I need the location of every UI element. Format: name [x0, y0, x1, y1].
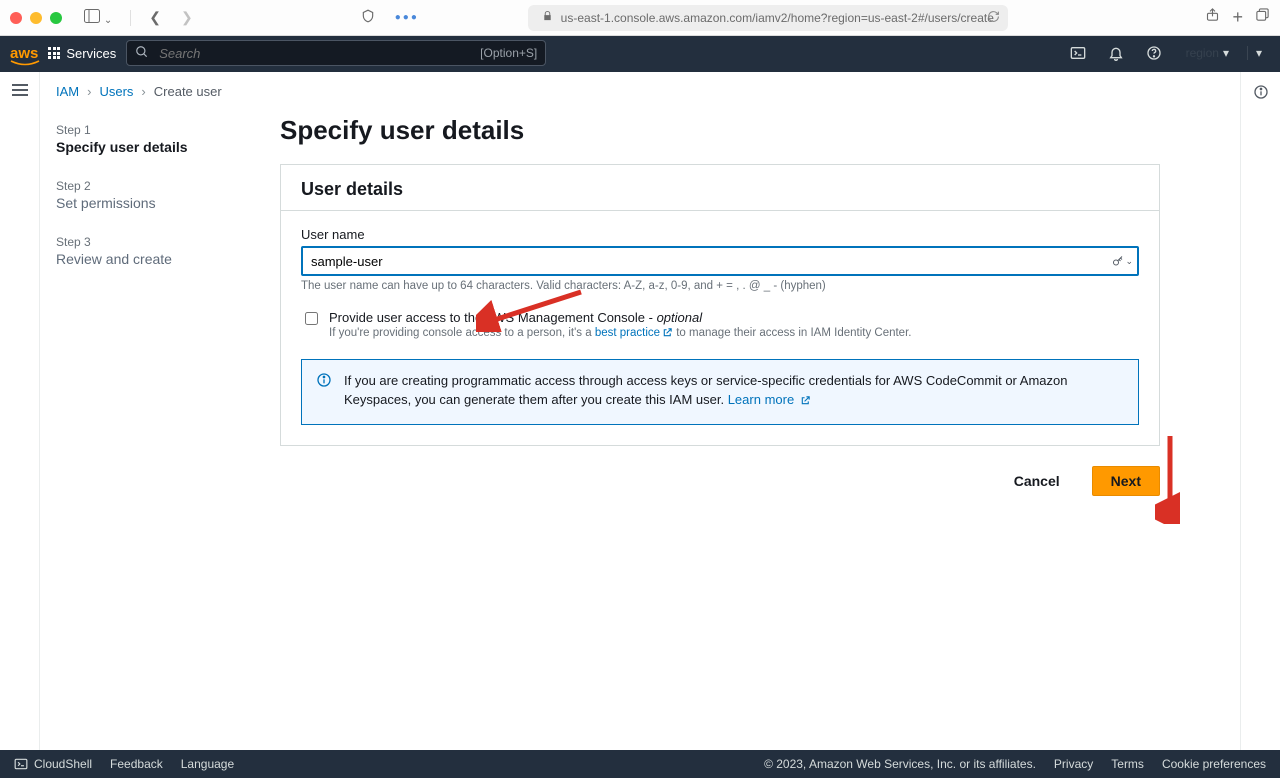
- reload-icon[interactable]: [987, 10, 1000, 26]
- footer-privacy[interactable]: Privacy: [1054, 757, 1093, 771]
- new-tab-icon[interactable]: +: [1232, 7, 1243, 28]
- username-label: User name: [301, 227, 1139, 242]
- footer-feedback[interactable]: Feedback: [110, 757, 163, 771]
- global-search[interactable]: [Option+S]: [126, 40, 546, 66]
- info-alert: If you are creating programmatic access …: [301, 359, 1139, 425]
- username-input[interactable]: [301, 246, 1139, 276]
- console-access-checkbox[interactable]: [305, 312, 318, 325]
- nav-forward-button[interactable]: ❯: [175, 7, 199, 28]
- search-input[interactable]: [157, 45, 472, 62]
- sidebar-toggle-button[interactable]: ⌄: [78, 7, 118, 28]
- browser-chrome: ⌄ ❮ ❯ ●●● us-east-1.console.aws.amazon.c…: [0, 0, 1280, 36]
- user-details-card: User details User name ⌄ The user name c…: [280, 164, 1160, 446]
- external-link-icon: [662, 327, 673, 341]
- maximize-window-button[interactable]: [50, 12, 62, 24]
- console-access-label: Provide user access to the AWS Managemen…: [329, 310, 911, 325]
- footer-language[interactable]: Language: [181, 757, 234, 771]
- cloudshell-icon[interactable]: [1064, 39, 1092, 67]
- username-help: The user name can have up to 64 characte…: [301, 280, 1139, 292]
- lock-icon: [542, 10, 553, 25]
- minimize-window-button[interactable]: [30, 12, 42, 24]
- wizard-step-2[interactable]: Step 2 Set permissions: [56, 171, 256, 227]
- footer-cloudshell[interactable]: CloudShell: [14, 757, 92, 771]
- cancel-button[interactable]: Cancel: [996, 466, 1078, 496]
- aws-footer: CloudShell Feedback Language © 2023, Ama…: [0, 750, 1280, 778]
- page-outer: IAM › Users › Create user Step 1 Specify…: [0, 72, 1280, 750]
- card-title: User details: [301, 179, 1139, 200]
- close-window-button[interactable]: [10, 12, 22, 24]
- account-dropdown[interactable]: ▾: [1247, 46, 1270, 60]
- site-settings-button[interactable]: ●●●: [389, 10, 425, 25]
- services-menu-button[interactable]: Services: [48, 46, 116, 61]
- grid-icon: [48, 47, 60, 59]
- info-panel-toggle-icon[interactable]: [1253, 84, 1269, 103]
- address-bar[interactable]: us-east-1.console.aws.amazon.com/iamv2/h…: [528, 5, 1008, 31]
- chevron-right-icon: ›: [141, 84, 145, 99]
- chevron-right-icon: ›: [87, 84, 91, 99]
- wizard-step-1[interactable]: Step 1 Specify user details: [56, 115, 256, 171]
- tabs-icon[interactable]: [1255, 7, 1270, 28]
- console-access-sub: If you're providing console access to a …: [329, 327, 911, 341]
- aws-top-nav: aws Services [Option+S] region ▾ ▾: [0, 36, 1280, 70]
- learn-more-link[interactable]: Learn more: [728, 392, 811, 407]
- footer-terms[interactable]: Terms: [1111, 757, 1144, 771]
- footer-copyright: © 2023, Amazon Web Services, Inc. or its…: [764, 757, 1036, 771]
- aws-logo[interactable]: aws: [10, 45, 38, 62]
- external-link-icon: [800, 393, 811, 412]
- notifications-icon[interactable]: [1102, 39, 1130, 67]
- search-hint: [Option+S]: [480, 46, 537, 60]
- wizard-steps: Step 1 Specify user details Step 2 Set p…: [56, 109, 256, 496]
- nav-back-button[interactable]: ❮: [143, 7, 167, 28]
- crumb-iam[interactable]: IAM: [56, 84, 79, 99]
- info-icon: [316, 372, 334, 412]
- services-label: Services: [66, 46, 116, 61]
- crumb-users[interactable]: Users: [99, 84, 133, 99]
- url-text: us-east-1.console.aws.amazon.com/iamv2/h…: [561, 11, 994, 25]
- shield-icon[interactable]: [355, 7, 381, 28]
- left-panel-toggle[interactable]: [12, 84, 28, 96]
- traffic-lights: [10, 12, 62, 24]
- key-icon[interactable]: ⌄: [1112, 255, 1133, 267]
- breadcrumb: IAM › Users › Create user: [40, 72, 1240, 105]
- best-practice-link[interactable]: best practice: [595, 327, 673, 339]
- help-icon[interactable]: [1140, 39, 1168, 67]
- next-button[interactable]: Next: [1092, 466, 1160, 496]
- crumb-current: Create user: [154, 84, 222, 99]
- page-title: Specify user details: [280, 115, 1160, 146]
- footer-cookies[interactable]: Cookie preferences: [1162, 757, 1266, 771]
- region-dropdown[interactable]: region ▾: [1178, 46, 1237, 60]
- share-icon[interactable]: [1205, 7, 1220, 28]
- search-icon: [135, 45, 149, 62]
- wizard-step-3[interactable]: Step 3 Review and create: [56, 227, 256, 283]
